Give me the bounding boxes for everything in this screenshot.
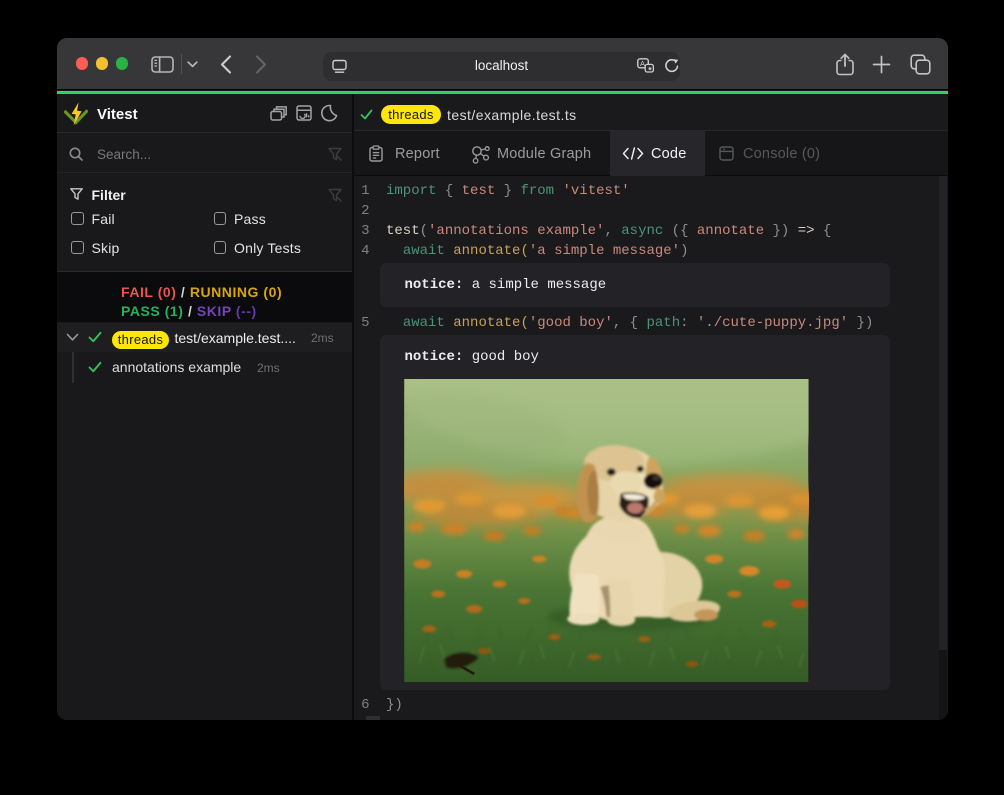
svg-text:★: ★ bbox=[647, 66, 652, 73]
svg-text:A: A bbox=[640, 59, 645, 68]
